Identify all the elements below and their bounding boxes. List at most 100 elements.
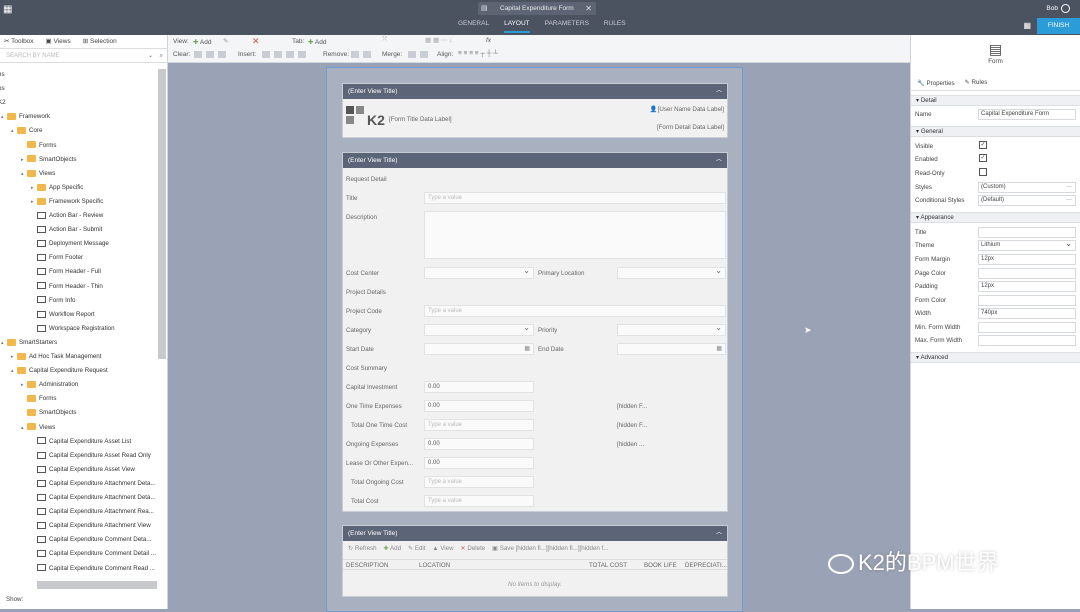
detail-section[interactable]: ▾ Detail bbox=[911, 95, 1080, 106]
tree-folder-item[interactable]: ▸ Ad Hoc Task Management bbox=[11, 352, 101, 362]
search-input[interactable]: SEARCH BY NAME ⌄ ⌕ bbox=[0, 49, 167, 63]
request-view[interactable]: (Enter View Title) ︿ Request Detail Title… bbox=[342, 152, 728, 512]
add-view-button[interactable]: ✚ Add bbox=[193, 38, 211, 46]
column-description[interactable]: DESCRIPTION bbox=[346, 562, 388, 569]
nav-rules[interactable]: RULES bbox=[604, 20, 626, 33]
tree-view-item[interactable]: Workflow Report bbox=[31, 310, 95, 320]
collapse-icon[interactable]: ︿ bbox=[716, 526, 722, 541]
tree-view-item[interactable]: Capital Expenditure Asset Read Only bbox=[31, 451, 151, 461]
tree-view-item[interactable]: Capital Expenditure Attachment Deta... bbox=[31, 493, 156, 503]
view-button[interactable]: ▲ View bbox=[432, 545, 453, 552]
title-input[interactable] bbox=[978, 227, 1076, 238]
remove-buttons[interactable] bbox=[351, 51, 375, 58]
nav-layout[interactable]: LAYOUT bbox=[504, 20, 530, 33]
refresh-button[interactable]: ↻ Refresh bbox=[348, 545, 377, 552]
column-location[interactable]: LOCATION bbox=[419, 562, 450, 569]
nav-parameters[interactable]: PARAMETERS bbox=[545, 20, 589, 33]
form-margin-input[interactable]: 12px bbox=[978, 254, 1076, 265]
tab-properties[interactable]: 🔧 Properties bbox=[917, 79, 955, 90]
tree-folder-item[interactable]: ▴ Capital Expenditure Request bbox=[11, 366, 108, 376]
tree-folder-item[interactable]: ns bbox=[0, 70, 5, 80]
view-title-bar[interactable]: (Enter View Title) ︿ bbox=[343, 84, 727, 99]
tab-views[interactable]: ▣ Views bbox=[46, 35, 71, 48]
tab-rules[interactable]: ✎ Rules bbox=[965, 79, 988, 90]
add-button[interactable]: ✚ Add bbox=[383, 545, 401, 552]
tree-folder-item[interactable]: ▸ App Specific bbox=[31, 183, 83, 193]
general-section[interactable]: ▾ General bbox=[911, 126, 1080, 137]
page-color-input[interactable] bbox=[978, 268, 1076, 279]
search-icon[interactable]: ⌕ bbox=[160, 49, 163, 63]
tree-folder-item[interactable]: ▴ Views bbox=[21, 169, 55, 179]
tree-view-item[interactable]: Form Footer bbox=[31, 253, 83, 263]
tree-view-item[interactable]: Action Bar - Submit bbox=[31, 225, 102, 235]
lease-input[interactable]: 0.00 bbox=[424, 457, 534, 469]
tree-folder-item[interactable]: ▴ SmartStarters bbox=[1, 338, 57, 348]
ongoing-expenses-input[interactable]: 0.00 bbox=[424, 438, 534, 450]
add-tab-button[interactable]: ✚ Add bbox=[308, 38, 326, 46]
tree-view-item[interactable]: Capital Expenditure Comment Detail ... bbox=[31, 549, 156, 559]
one-time-expenses-input[interactable]: 0.00 bbox=[424, 400, 534, 412]
total-ongoing-input[interactable]: Type a value bbox=[424, 476, 534, 488]
clear-buttons[interactable] bbox=[194, 51, 230, 58]
move-icon[interactable]: ⤧ bbox=[382, 36, 387, 44]
tree-view-item[interactable]: Capital Expenditure Comment Deta... bbox=[31, 535, 152, 545]
readonly-checkbox[interactable] bbox=[979, 168, 987, 176]
tree-folder-item[interactable]: ▸ Administration bbox=[21, 380, 78, 390]
visible-checkbox[interactable]: ✓ bbox=[979, 141, 987, 149]
document-tab[interactable]: ▤ Capital Expenditure Form ✕ bbox=[478, 2, 596, 15]
collapse-icon[interactable]: ︿ bbox=[716, 84, 722, 99]
appearance-section[interactable]: ▾ Appearance bbox=[911, 212, 1080, 223]
edit-button[interactable]: ✎ Edit bbox=[408, 545, 426, 552]
tree-folder-item[interactable]: ▸ SmartObjects bbox=[21, 155, 76, 165]
tree-view-item[interactable]: Capital Expenditure Attachment View bbox=[31, 521, 151, 531]
tree-view-item[interactable]: Workspace Registration bbox=[31, 324, 115, 334]
tree-view-item[interactable]: Form Header - Thin bbox=[31, 282, 103, 292]
insert-buttons[interactable] bbox=[262, 51, 310, 58]
edit-view-icon[interactable]: ✎ bbox=[223, 37, 228, 45]
primary-location-dropdown[interactable] bbox=[617, 266, 726, 279]
tab-toolbox[interactable]: ✂ Toolbox bbox=[4, 35, 34, 48]
width-input[interactable]: 740px bbox=[978, 308, 1076, 319]
vertical-scrollbar[interactable] bbox=[158, 69, 166, 359]
category-dropdown[interactable] bbox=[424, 323, 534, 336]
title-input[interactable]: Type a value bbox=[424, 192, 726, 204]
tree-folder-item[interactable]: ▸ Framework Specific bbox=[31, 197, 103, 207]
expression-icon[interactable]: fx bbox=[486, 37, 491, 44]
tab-selection[interactable]: ⊞ Selection bbox=[83, 35, 117, 48]
tree-folder-item[interactable]: ▴ Core bbox=[11, 126, 42, 136]
nav-general[interactable]: GENERAL bbox=[458, 20, 489, 33]
theme-dropdown[interactable]: Lithium ⌄ bbox=[978, 239, 1076, 251]
tree-view-item[interactable]: Form Header - Full bbox=[31, 267, 101, 277]
capital-investment-input[interactable]: 0.00 bbox=[424, 381, 534, 393]
description-textarea[interactable] bbox=[424, 211, 726, 259]
align-buttons[interactable]: ≡ ≡ ≡ ≡ ┬ ┼ ┴ bbox=[458, 50, 498, 57]
enabled-checkbox[interactable]: ✓ bbox=[979, 154, 987, 162]
min-width-input[interactable] bbox=[978, 322, 1076, 333]
form-canvas[interactable]: (Enter View Title) ︿ K2 [Form Title Data … bbox=[168, 63, 910, 612]
project-code-input[interactable]: Type a value bbox=[424, 305, 726, 317]
tree-folder-item[interactable]: SmartObjects bbox=[21, 408, 76, 418]
close-icon[interactable]: ✕ bbox=[585, 2, 592, 15]
tree-folder-item[interactable]: ▴ Framework bbox=[1, 112, 50, 122]
horizontal-scrollbar[interactable] bbox=[37, 581, 157, 589]
tree-view-item[interactable]: Capital Expenditure Asset View bbox=[31, 465, 135, 475]
form-color-input[interactable] bbox=[978, 295, 1076, 306]
calendar-icon[interactable]: ▦ bbox=[1023, 21, 1031, 30]
view-title-bar[interactable]: (Enter View Title) ︿ bbox=[343, 526, 727, 541]
collapse-icon[interactable]: ︿ bbox=[716, 153, 722, 168]
total-one-time-input[interactable]: Type a value bbox=[424, 419, 534, 431]
tree-folder-item[interactable]: Forms bbox=[21, 141, 57, 151]
finish-button[interactable]: FINISH bbox=[1037, 18, 1080, 34]
save-button[interactable]: ▣ Save bbox=[492, 545, 514, 552]
tree-folder-item[interactable]: os bbox=[0, 84, 5, 94]
form-design-area[interactable]: (Enter View Title) ︿ K2 [Form Title Data … bbox=[326, 67, 743, 612]
priority-dropdown[interactable] bbox=[617, 323, 726, 336]
tree-folder-item[interactable]: Forms bbox=[21, 394, 57, 404]
max-width-input[interactable] bbox=[978, 335, 1076, 346]
table-icon[interactable]: ▦ ▦ ⋯ ↓ bbox=[425, 36, 452, 44]
tree-folder-item[interactable]: ▴ Views bbox=[21, 423, 55, 433]
start-date-picker[interactable] bbox=[424, 343, 534, 355]
name-input[interactable]: Capital Expenditure Form bbox=[978, 109, 1076, 120]
padding-input[interactable]: 12px bbox=[978, 281, 1076, 292]
app-grid-icon[interactable]: ▦ bbox=[3, 4, 12, 15]
